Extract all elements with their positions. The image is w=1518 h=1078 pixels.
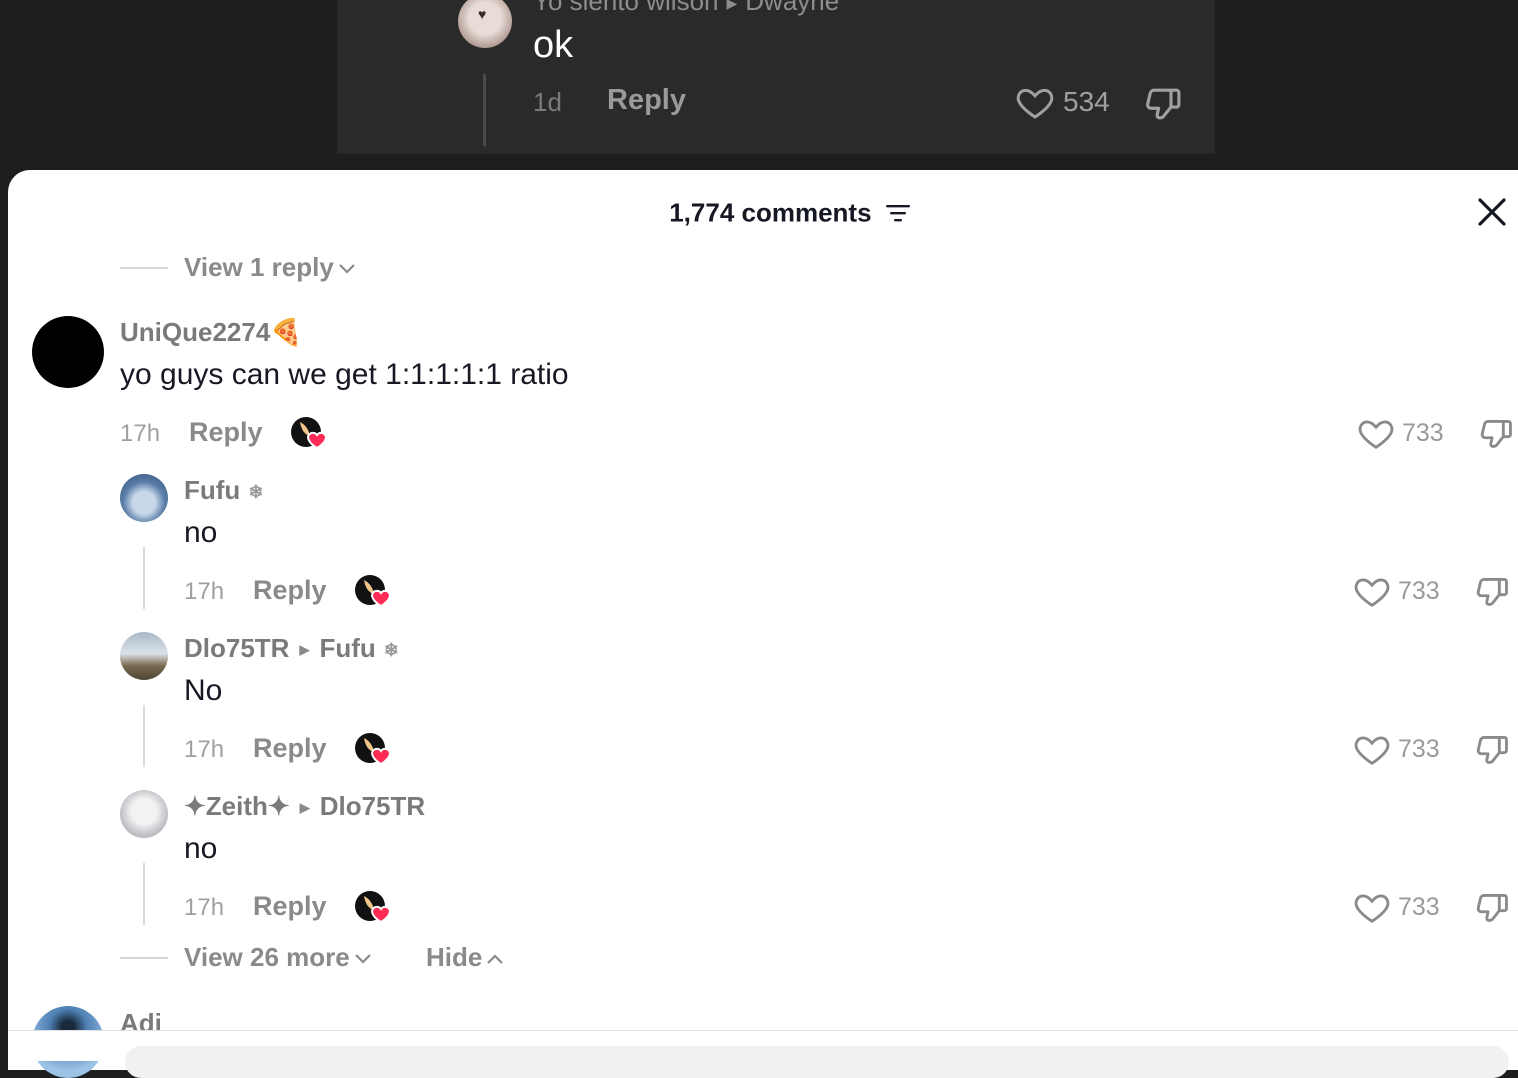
thread-line: [143, 705, 145, 767]
heart-icon[interactable]: [1353, 572, 1391, 610]
background-comment-text: ok: [533, 24, 574, 66]
reply-button[interactable]: Reply: [253, 733, 327, 764]
comment-username[interactable]: ✦Zeith✦ ▶ Dlo75TR: [184, 791, 425, 822]
sort-filter-icon[interactable]: [885, 202, 911, 224]
view-reply-button[interactable]: View 1 reply: [184, 252, 356, 283]
comments-count-title: 1,774 comments: [669, 197, 872, 228]
snowflake-icon: ❄: [383, 639, 399, 660]
reply-arrow-icon: ▶: [299, 800, 310, 816]
comment-text: yo guys can we get 1:1:1:1:1 ratio: [120, 358, 569, 391]
comment-text: No: [184, 674, 223, 707]
reply-arrow-icon: ▶: [726, 0, 738, 11]
reply-arrow-icon: ▶: [299, 642, 310, 658]
like-count: 733: [1402, 419, 1444, 447]
thread-dash: [120, 267, 168, 269]
view-more-replies-button[interactable]: View 26 more: [184, 942, 372, 973]
thread-line: [143, 863, 145, 925]
background-thread-line: [483, 74, 486, 146]
avatar[interactable]: [32, 316, 104, 388]
avatar[interactable]: [120, 632, 168, 680]
chevron-down-icon: [354, 954, 371, 964]
comment-username[interactable]: Fufu ❄: [184, 475, 263, 506]
like-count: 733: [1398, 735, 1440, 763]
reply-button[interactable]: Reply: [189, 417, 263, 448]
heart-icon[interactable]: [1357, 414, 1395, 452]
reply-button[interactable]: Reply: [253, 891, 327, 922]
hide-replies-button[interactable]: Hide: [426, 942, 504, 973]
background-comment-time: 1d: [533, 87, 562, 117]
background-like-count: 534: [1063, 86, 1110, 117]
chevron-up-icon: [487, 954, 504, 964]
comment-time: 17h: [184, 578, 225, 605]
avatar[interactable]: [120, 790, 168, 838]
thumbs-down-icon[interactable]: [1478, 414, 1516, 452]
creator-liked-icon: [355, 575, 392, 608]
background-reply-button[interactable]: Reply: [607, 84, 686, 117]
creator-liked-icon: [355, 733, 392, 766]
comment-username[interactable]: UniQue2274🍕: [120, 317, 303, 348]
close-icon[interactable]: [1474, 194, 1510, 230]
pizza-emoji: 🍕: [270, 317, 303, 347]
heart-icon[interactable]: [1353, 888, 1391, 926]
thumbs-down-icon[interactable]: [1474, 730, 1512, 768]
comments-sheet: [8, 170, 1518, 1070]
creator-liked-icon: [355, 891, 392, 924]
heart-icon[interactable]: [1015, 82, 1055, 122]
creator-liked-icon: [291, 417, 328, 450]
comment-time: 17h: [184, 894, 225, 921]
comment-username[interactable]: Dlo75TR ▶ Fufu ❄: [184, 633, 399, 664]
thread-dash: [120, 957, 168, 959]
thumbs-down-icon[interactable]: [1143, 82, 1185, 124]
like-count: 733: [1398, 893, 1440, 921]
comment-text: no: [184, 832, 218, 865]
heart-icon[interactable]: [1353, 730, 1391, 768]
thumbs-down-icon[interactable]: [1474, 888, 1512, 926]
comment-time: 17h: [184, 736, 225, 763]
comments-header: 1,774 comments: [0, 196, 1518, 229]
thumbs-down-icon[interactable]: [1474, 572, 1512, 610]
avatar[interactable]: [120, 474, 168, 522]
reply-button[interactable]: Reply: [253, 575, 327, 606]
chevron-down-icon: [339, 264, 355, 274]
snowflake-icon: ❄: [248, 481, 264, 502]
comment-time: 17h: [120, 420, 161, 447]
background-comment-username[interactable]: Yo siento wilson ▶ Dwayne: [533, 0, 839, 17]
comment-text: no: [184, 516, 218, 549]
thread-line: [143, 547, 145, 609]
comment-input[interactable]: [125, 1046, 1509, 1078]
like-count: 733: [1398, 577, 1440, 605]
